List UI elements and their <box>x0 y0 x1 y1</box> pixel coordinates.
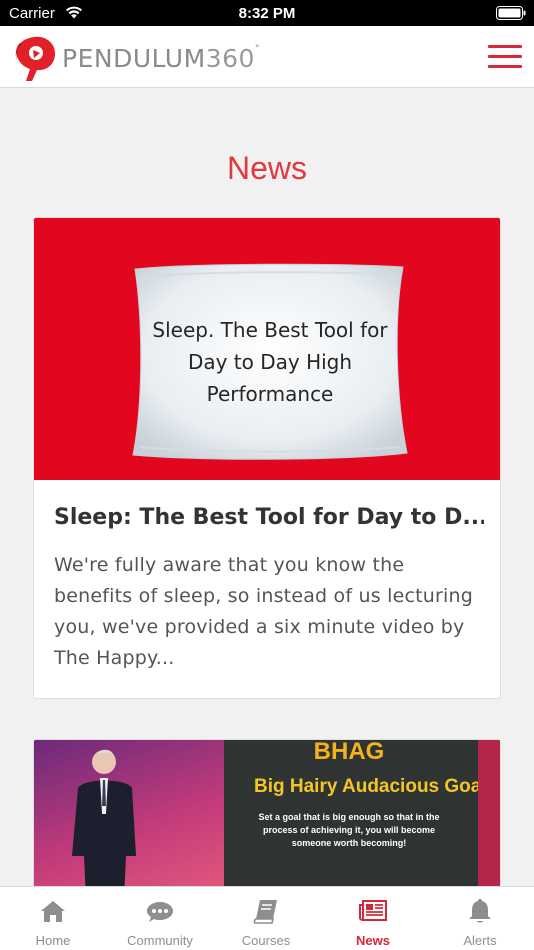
menu-bar <box>488 65 522 68</box>
article-title[interactable]: Sleep: The Best Tool for Day to D... <box>54 505 484 530</box>
slide-subheading: Big Hairy Audacious Goal <box>254 776 487 797</box>
chat-icon <box>147 902 173 922</box>
brand-name: PENDULUM <box>62 44 206 73</box>
bottom-tab-bar: Home Community Courses News Alerts <box>0 886 534 950</box>
tab-news[interactable]: News <box>320 887 426 950</box>
bell-icon <box>469 899 491 923</box>
tab-home[interactable]: Home <box>0 887 106 950</box>
battery-icon <box>496 6 526 20</box>
hamburger-menu-button[interactable] <box>488 45 522 71</box>
home-icon <box>41 901 65 922</box>
tab-label: Community <box>127 933 193 948</box>
tab-courses[interactable]: Courses <box>213 887 319 950</box>
pendulum-logo-icon[interactable] <box>12 33 58 83</box>
brand-degree: ° <box>254 44 260 54</box>
app-header: PENDULUM360° <box>0 26 534 88</box>
newspaper-icon <box>359 900 387 921</box>
brand-wordmark: PENDULUM360° <box>62 44 260 73</box>
image-caption: Sleep. The Best Tool for Day to Day High… <box>152 318 388 406</box>
tab-label: Home <box>35 933 71 948</box>
menu-bar <box>488 55 522 58</box>
status-bar: Carrier 8:32 PM <box>0 0 534 26</box>
tab-alerts[interactable]: Alerts <box>427 887 533 950</box>
news-card[interactable]: BHAG Big Hairy Audacious Goal Set a goal… <box>33 739 501 899</box>
clock: 8:32 PM <box>238 5 296 22</box>
stage-light <box>478 740 500 898</box>
menu-bar <box>488 45 522 48</box>
tab-community[interactable]: Community <box>107 887 213 950</box>
slide-heading: BHAG <box>313 740 385 765</box>
speaker-figure <box>72 749 136 898</box>
article-image: BHAG Big Hairy Audacious Goal Set a goal… <box>34 740 500 898</box>
article-excerpt: We're fully aware that you know the bene… <box>54 554 473 669</box>
brand-number: 360 <box>205 44 255 73</box>
news-card[interactable]: Sleep. The Best Tool for Day to Day High… <box>33 217 501 699</box>
slide-text: Set a goal that is big enough so that in… <box>258 812 440 848</box>
article-image: Sleep. The Best Tool for Day to Day High… <box>34 218 500 480</box>
book-icon <box>253 900 277 924</box>
page-title: News <box>226 150 307 186</box>
tab-label: News <box>356 933 390 948</box>
tab-label: Courses <box>241 933 291 948</box>
tab-label: Alerts <box>463 933 497 948</box>
